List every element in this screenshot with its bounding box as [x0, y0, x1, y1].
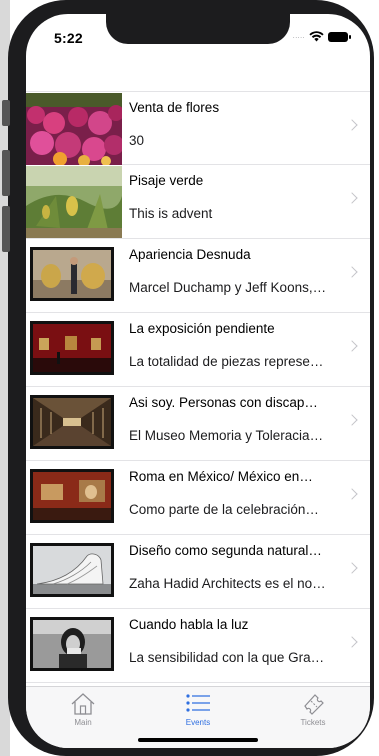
balloon-dog-image [33, 250, 111, 298]
event-thumbnail [30, 617, 114, 671]
event-title: La exposición pendiente [129, 321, 275, 336]
event-subtitle: Marcel Duchamp y Jeff Koons,… [129, 280, 327, 295]
home-indicator[interactable] [138, 738, 258, 742]
list-item[interactable]: Asi soy. Personas con discap… El Museo M… [26, 387, 370, 461]
event-title: Pisaje verde [129, 173, 204, 188]
notch [106, 14, 290, 44]
event-thumbnail [30, 321, 114, 375]
chevron-right-icon [346, 192, 358, 204]
chevron-right-icon [346, 636, 358, 648]
event-title: Asi soy. Personas con discap… [129, 395, 318, 410]
tab-events[interactable]: Events [153, 691, 243, 731]
red-gallery-image [33, 324, 111, 372]
portrait-image [33, 620, 111, 668]
event-subtitle: La totalidad de piezas represe… [129, 354, 324, 369]
event-title: Roma en México/ México en… [129, 469, 313, 484]
painting-room-image [33, 472, 111, 520]
tab-main[interactable]: Main [38, 691, 128, 731]
list-item[interactable]: Pisaje verde This is advent [26, 165, 370, 239]
chevron-right-icon [346, 340, 358, 352]
ticket-icon [304, 694, 324, 715]
event-title: Diseño como segunda natural… [129, 543, 322, 558]
volume-up-button [2, 150, 10, 196]
chevron-right-icon [346, 266, 358, 278]
events-list: Venta de flores 30 Pisaje verde This is [26, 91, 370, 683]
status-icons: ..... [292, 31, 351, 42]
battery-icon [328, 31, 351, 42]
event-title: Venta de flores [129, 100, 220, 115]
chevron-right-icon [346, 562, 358, 574]
home-icon [71, 693, 95, 715]
event-thumbnail [30, 247, 114, 301]
volume-down-button [2, 206, 10, 252]
event-subtitle: Como parte de la celebración… [129, 502, 319, 517]
event-title: Apariencia Desnuda [129, 247, 251, 262]
event-subtitle: This is advent [129, 206, 213, 221]
event-thumbnail [26, 166, 122, 238]
list-item[interactable]: La exposición pendiente La totalidad de … [26, 313, 370, 387]
list-icon [186, 694, 210, 712]
event-thumbnail [30, 543, 114, 597]
list-item[interactable]: Diseño como segunda natural… Zaha Hadid … [26, 535, 370, 609]
event-subtitle: Zaha Hadid Architects es el no… [129, 576, 326, 591]
signal-icon: ..... [292, 33, 305, 40]
chevron-right-icon [346, 488, 358, 500]
tab-tickets[interactable]: Tickets [268, 691, 358, 731]
flowers-image [26, 93, 122, 165]
mute-switch [2, 100, 10, 126]
tab-label: Events [185, 718, 211, 727]
chevron-right-icon [346, 119, 358, 131]
event-thumbnail [26, 93, 122, 165]
list-item[interactable]: Roma en México/ México en… Como parte de… [26, 461, 370, 535]
building-image [33, 546, 111, 594]
tab-label: Main [74, 718, 92, 727]
phone-screen: 5:22 ..... Venta de flores 30 Pisaje ver… [26, 14, 370, 748]
event-subtitle: El Museo Memoria y Toleracia… [129, 428, 324, 443]
event-thumbnail [30, 395, 114, 449]
tab-label: Tickets [300, 718, 326, 727]
list-item[interactable]: Apariencia Desnuda Marcel Duchamp y Jeff… [26, 239, 370, 313]
chevron-right-icon [346, 414, 358, 426]
list-item[interactable]: Venta de flores 30 [26, 91, 370, 165]
event-subtitle: La sensibilidad con la que Gra… [129, 650, 325, 665]
status-time: 5:22 [54, 30, 83, 46]
corridor-image [33, 398, 111, 446]
event-thumbnail [30, 469, 114, 523]
list-item[interactable]: Cuando habla la luz La sensibilidad con … [26, 609, 370, 683]
event-subtitle: 30 [129, 133, 145, 148]
wifi-icon [309, 31, 324, 42]
garden-image [26, 166, 122, 238]
event-title: Cuando habla la luz [129, 617, 249, 632]
